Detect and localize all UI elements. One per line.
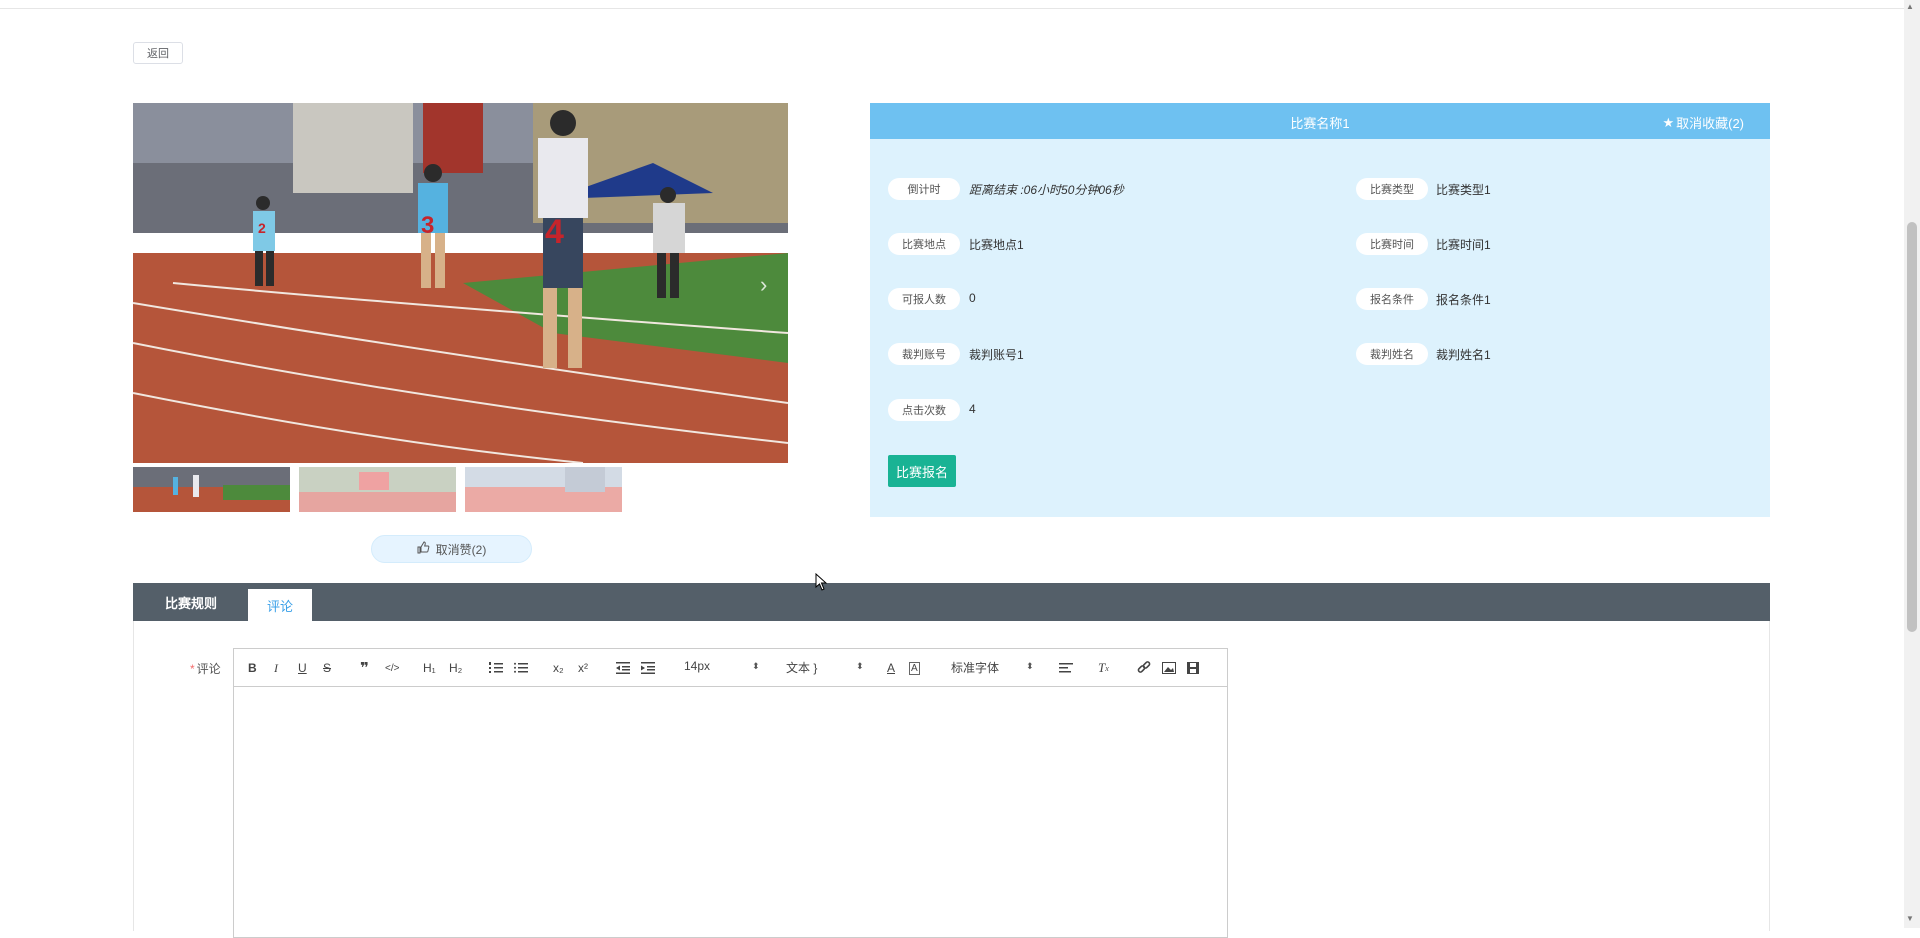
bullet-list-icon[interactable] — [514, 660, 528, 676]
h2-button[interactable]: H₂ — [449, 660, 462, 676]
comment-label-text: 评论 — [196, 662, 221, 676]
scrollbar-thumb[interactable] — [1907, 222, 1917, 632]
subscript-button[interactable]: x₂ — [553, 660, 564, 676]
align-icon[interactable] — [1059, 660, 1073, 676]
svg-text:3: 3 — [421, 212, 434, 239]
unfavorite-button[interactable]: ★ 取消收藏(2) — [1662, 113, 1744, 132]
comment-field-label: * 评论 — [190, 660, 221, 677]
font-family-value: 标准字体 — [951, 661, 1000, 675]
top-border — [0, 0, 1904, 9]
unlike-label: 取消赞(2) — [435, 542, 487, 557]
signup-button[interactable]: 比赛报名 — [888, 455, 956, 487]
condition-label: 报名条件 — [1356, 288, 1428, 310]
competition-info-panel: 比赛名称1 ★ 取消收藏(2) 倒计时 距离结束 :06小时50分钟06秒 比赛… — [870, 103, 1770, 517]
unfavorite-label: 取消收藏(2) — [1676, 116, 1744, 131]
thumbnail-3[interactable] — [465, 467, 622, 512]
time-value: 比赛时间1 — [1436, 238, 1491, 252]
tab-comment[interactable]: 评论 — [248, 589, 312, 621]
italic-button[interactable]: I — [274, 660, 278, 676]
thumbnail-2[interactable] — [299, 467, 456, 512]
capacity-label: 可报人数 — [888, 288, 960, 310]
star-icon: ★ — [1662, 114, 1675, 130]
header-select-value: 文本 — [786, 661, 811, 675]
video-icon[interactable] — [1187, 660, 1199, 676]
scroll-up-icon[interactable]: ▲ — [1906, 2, 1914, 11]
time-label: 比赛时间 — [1356, 233, 1428, 255]
required-mark: * — [190, 662, 195, 676]
thumbnail-1[interactable] — [133, 467, 290, 512]
strike-button[interactable]: S — [323, 660, 331, 676]
tab-rules[interactable]: 比赛规则 — [133, 583, 249, 621]
svg-text:4: 4 — [545, 213, 564, 251]
tabs-bar: 比赛规则 评论 — [133, 583, 1770, 621]
competition-title: 比赛名称1 — [1290, 116, 1350, 131]
select-arrows-icon: ⬍ — [856, 661, 864, 671]
capacity-value: 0 — [969, 291, 976, 305]
background-color-icon[interactable]: A — [909, 662, 920, 675]
svg-text:2: 2 — [258, 220, 266, 236]
type-label: 比赛类型 — [1356, 178, 1428, 200]
code-icon[interactable]: </> — [385, 660, 399, 676]
comment-editor: B I U S ❞ </> H₁ H₂ x₂ x² 14px ⬍ 文本 ⬍ } … — [233, 648, 1228, 938]
clicks-label: 点击次数 — [888, 399, 960, 421]
indent-icon[interactable] — [641, 660, 655, 676]
font-size-value: 14px — [684, 659, 711, 673]
type-value: 比赛类型1 — [1436, 183, 1491, 197]
link-icon[interactable] — [1137, 660, 1151, 676]
referee-account-label: 裁判账号 — [888, 343, 960, 365]
back-button[interactable]: 返回 — [133, 42, 183, 64]
unlike-button[interactable]: 取消赞(2) — [371, 535, 532, 563]
blockquote-icon[interactable]: ❞ — [360, 660, 369, 677]
h1-button[interactable]: H₁ — [423, 660, 436, 676]
underline-button[interactable]: U — [298, 660, 307, 676]
countdown-label: 倒计时 — [888, 178, 960, 200]
superscript-button[interactable]: x² — [578, 660, 588, 676]
location-value: 比赛地点1 — [969, 238, 1024, 252]
ordered-list-icon[interactable] — [489, 660, 503, 676]
scroll-down-icon[interactable]: ▼ — [1906, 914, 1914, 923]
location-label: 比赛地点 — [888, 233, 960, 255]
referee-name-label: 裁判姓名 — [1356, 343, 1428, 365]
referee-account-value: 裁判账号1 — [969, 348, 1024, 362]
select-arrows-icon: ⬍ — [752, 661, 760, 671]
font-color-icon[interactable]: A — [887, 660, 895, 676]
font-size-select[interactable]: 14px ⬍ — [684, 659, 764, 673]
select-arrows-icon: ⬍ — [1026, 661, 1034, 671]
info-header: 比赛名称1 ★ 取消收藏(2) — [870, 103, 1770, 139]
clicks-value: 4 — [969, 402, 976, 416]
chevron-right-icon[interactable]: › — [760, 272, 767, 298]
image-icon[interactable] — [1162, 660, 1176, 676]
outdent-icon[interactable] — [616, 660, 630, 676]
countdown-value: 距离结束 :06小时50分钟06秒 — [969, 183, 1124, 197]
editor-toolbar: B I U S ❞ </> H₁ H₂ x₂ x² 14px ⬍ 文本 ⬍ } … — [234, 649, 1227, 687]
font-family-select[interactable]: 标准字体 ⬍ — [951, 659, 1036, 676]
main-photo: 4 3 2 — [133, 103, 788, 463]
bold-button[interactable]: B — [248, 660, 257, 676]
header-select[interactable]: 文本 ⬍ } — [786, 659, 866, 676]
thumbs-up-icon — [417, 541, 430, 557]
mouse-cursor-icon — [815, 572, 828, 596]
condition-value: 报名条件1 — [1436, 293, 1491, 307]
clear-format-icon[interactable]: Tx — [1098, 660, 1109, 676]
referee-name-value: 裁判姓名1 — [1436, 348, 1491, 362]
